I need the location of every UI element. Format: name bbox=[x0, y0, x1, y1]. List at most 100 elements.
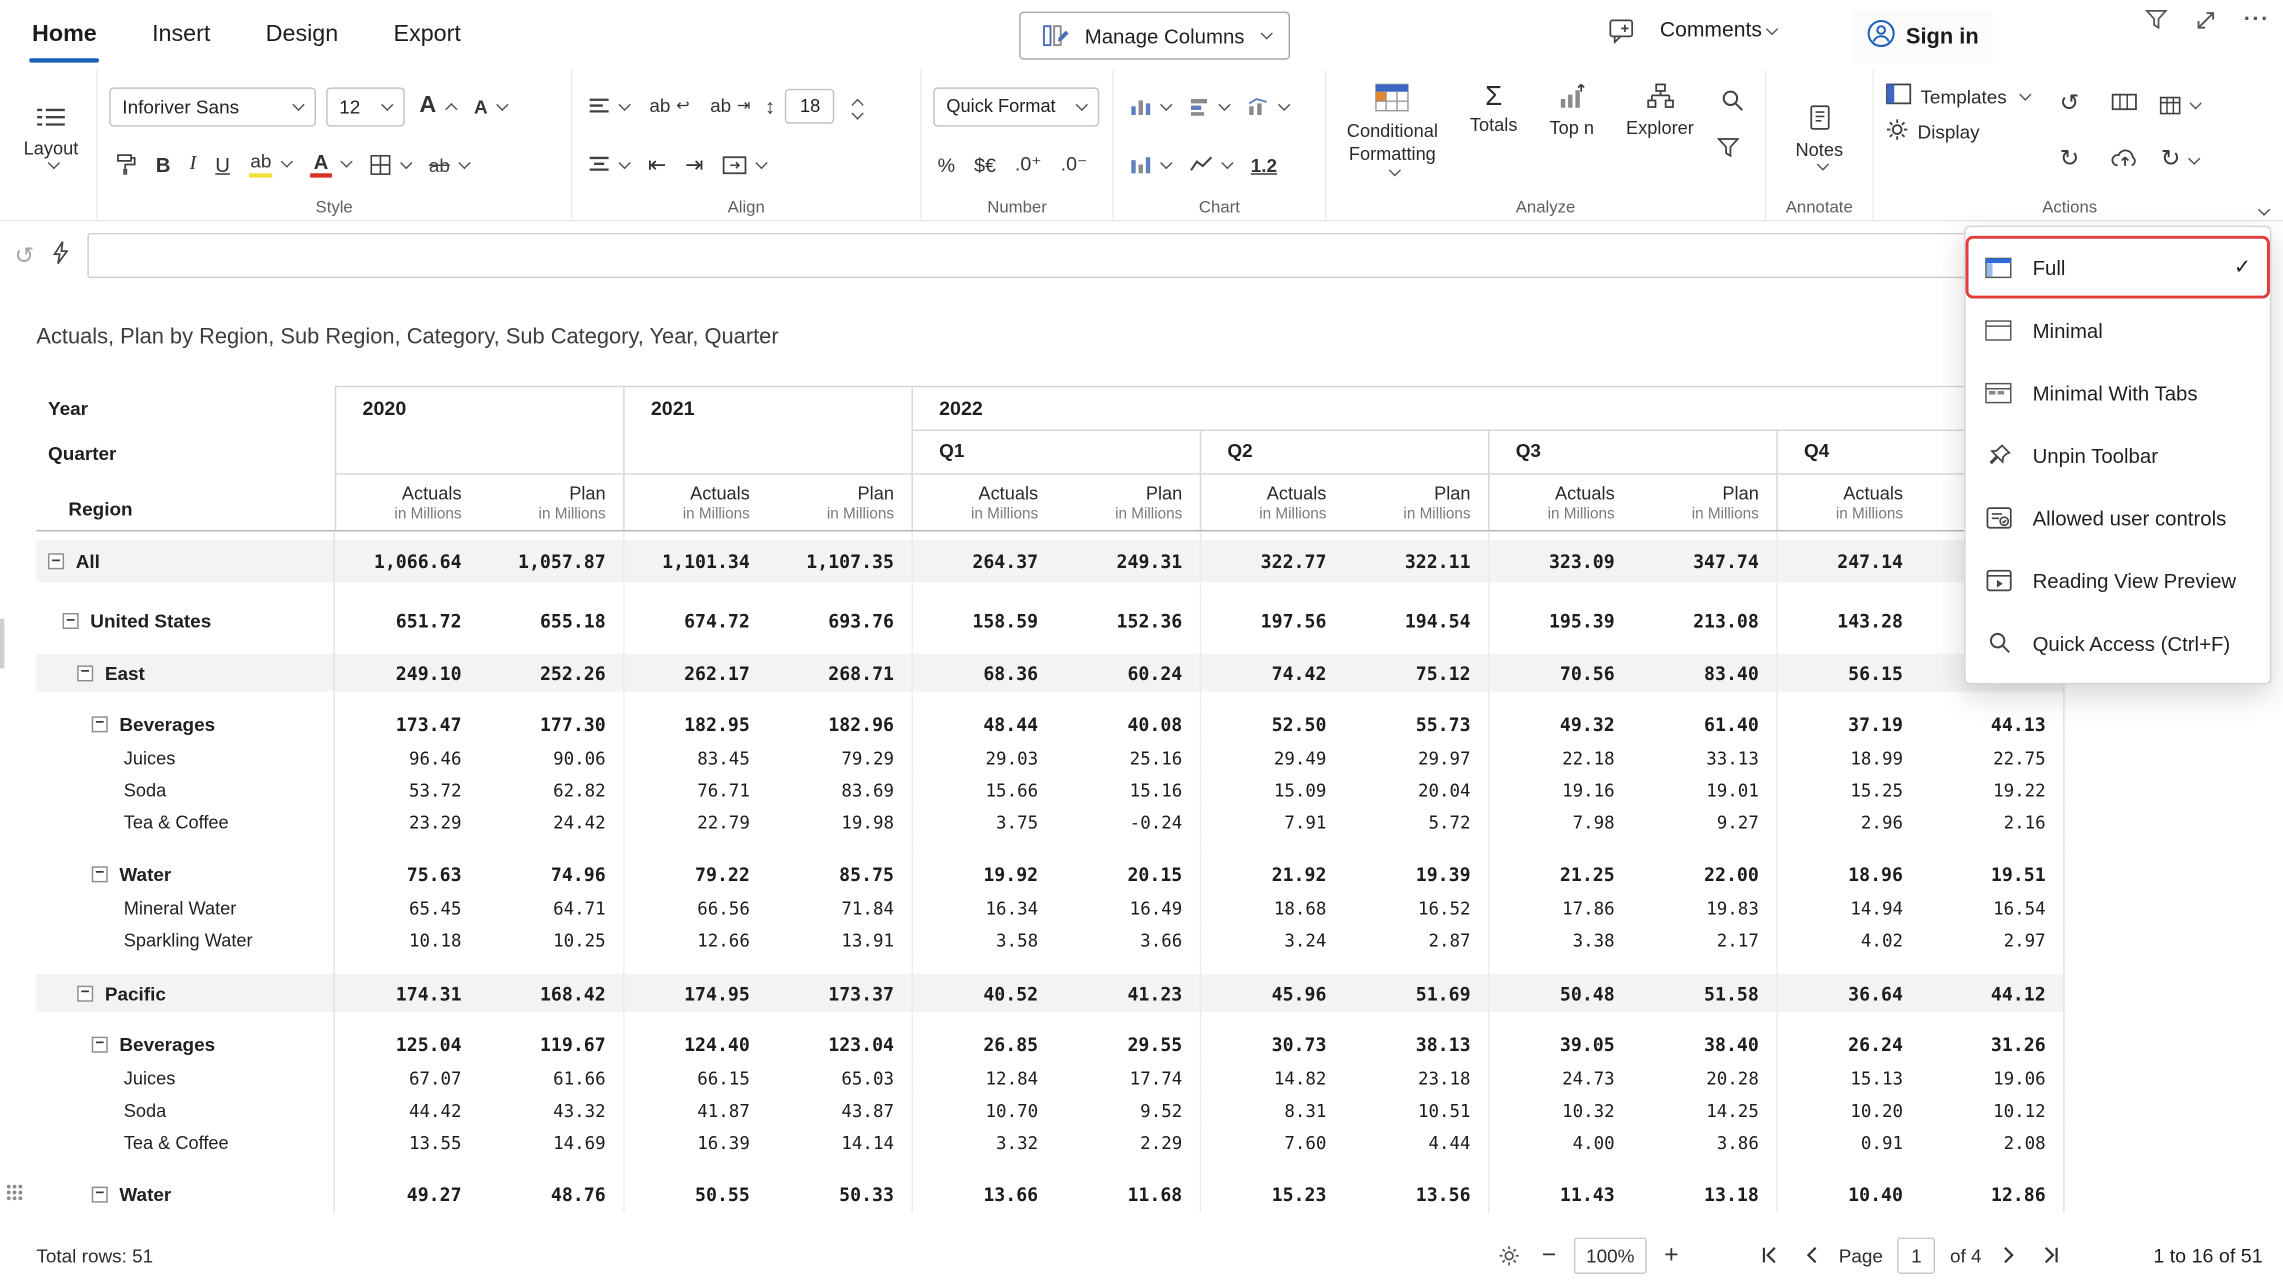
value-cell[interactable]: 33.13 bbox=[1632, 743, 1776, 775]
first-page-icon[interactable] bbox=[1754, 1241, 1783, 1270]
collapse-toggle-icon[interactable]: − bbox=[92, 1186, 108, 1202]
value-cell[interactable]: 24.42 bbox=[479, 807, 623, 839]
value-cell[interactable]: 44.12 bbox=[1920, 974, 2064, 1012]
value-cell[interactable]: 174.31 bbox=[335, 974, 479, 1012]
value-cell[interactable]: 252.26 bbox=[479, 654, 623, 692]
value-cell[interactable]: 23.29 bbox=[335, 807, 479, 839]
page-number-input[interactable]: 1 bbox=[1898, 1237, 1936, 1273]
value-cell[interactable]: 3.58 bbox=[911, 925, 1055, 957]
value-cell[interactable]: 11.68 bbox=[1056, 1175, 1200, 1213]
tab-design[interactable]: Design bbox=[263, 3, 341, 67]
value-cell[interactable]: 39.05 bbox=[1488, 1025, 1632, 1063]
value-cell[interactable]: 18.68 bbox=[1200, 893, 1344, 925]
bar-chart-button[interactable] bbox=[1185, 94, 1233, 119]
value-cell[interactable]: 17.86 bbox=[1488, 893, 1632, 925]
row-height-input[interactable]: 18 bbox=[785, 89, 835, 124]
value-cell[interactable]: 249.31 bbox=[1056, 540, 1200, 582]
font-size-select[interactable]: 12 bbox=[326, 87, 405, 126]
value-cell[interactable]: 651.72 bbox=[335, 600, 479, 642]
left-resize-handle[interactable] bbox=[0, 619, 4, 669]
value-cell[interactable]: 71.84 bbox=[767, 893, 911, 925]
collapse-toggle-icon[interactable]: − bbox=[77, 985, 93, 1001]
value-cell[interactable]: 12.84 bbox=[911, 1063, 1055, 1095]
measure-header[interactable]: Planin Millions bbox=[479, 475, 623, 530]
table-row-tea-coffee[interactable]: Tea & Coffee23.2924.4222.7919.983.75-0.2… bbox=[36, 807, 2064, 839]
value-cell[interactable]: 15.23 bbox=[1200, 1175, 1344, 1213]
value-cell[interactable]: 1,107.35 bbox=[767, 540, 911, 582]
value-cell[interactable]: 22.75 bbox=[1920, 743, 2064, 775]
year-header-2022[interactable]: 2022 bbox=[911, 386, 2064, 431]
grow-font-button[interactable]: A bbox=[415, 90, 459, 122]
value-cell[interactable]: 9.27 bbox=[1632, 807, 1776, 839]
zoom-level-input[interactable]: 100% bbox=[1574, 1237, 1647, 1273]
value-cell[interactable]: 74.96 bbox=[479, 855, 623, 893]
value-cell[interactable]: 182.96 bbox=[767, 705, 911, 743]
value-cell[interactable]: 30.73 bbox=[1200, 1025, 1344, 1063]
value-cell[interactable]: 16.34 bbox=[911, 893, 1055, 925]
decrease-indent-button[interactable]: ⇤ bbox=[644, 149, 671, 181]
value-cell[interactable]: 66.15 bbox=[623, 1063, 767, 1095]
value-cell[interactable]: 152.36 bbox=[1056, 600, 1200, 642]
value-cell[interactable]: 44.42 bbox=[335, 1095, 479, 1127]
value-cell[interactable]: 2.17 bbox=[1632, 925, 1776, 957]
value-cell[interactable]: 2.96 bbox=[1776, 807, 1920, 839]
value-cell[interactable]: 10.70 bbox=[911, 1095, 1055, 1127]
value-cell[interactable]: 19.01 bbox=[1632, 775, 1776, 807]
value-cell[interactable]: 14.82 bbox=[1200, 1063, 1344, 1095]
value-cell[interactable]: 26.85 bbox=[911, 1025, 1055, 1063]
measure-header[interactable]: Planin Millions bbox=[1056, 475, 1200, 530]
value-cell[interactable]: 40.52 bbox=[911, 974, 1055, 1012]
percent-format-button[interactable]: % bbox=[933, 151, 959, 179]
value-cell[interactable]: 123.04 bbox=[767, 1025, 911, 1063]
value-cell[interactable]: 74.42 bbox=[1200, 654, 1344, 692]
measure-header[interactable]: Planin Millions bbox=[1632, 475, 1776, 530]
menu-item-quick-access-ctrl-f[interactable]: Quick Access (Ctrl+F) bbox=[1966, 612, 2270, 675]
undo-icon[interactable]: ↺ bbox=[2060, 93, 2080, 116]
value-cell[interactable]: 125.04 bbox=[335, 1025, 479, 1063]
settings-gear-icon[interactable] bbox=[1494, 1240, 1525, 1271]
value-cell[interactable]: 249.10 bbox=[335, 654, 479, 692]
value-cell[interactable]: 43.32 bbox=[479, 1095, 623, 1127]
row-height-stepper[interactable] bbox=[848, 95, 863, 117]
value-cell[interactable]: 197.56 bbox=[1200, 600, 1344, 642]
value-cell[interactable]: 66.56 bbox=[623, 893, 767, 925]
value-cell[interactable]: 41.23 bbox=[1056, 974, 1200, 1012]
value-cell[interactable]: 51.58 bbox=[1632, 974, 1776, 1012]
measure-header[interactable]: Actualsin Millions bbox=[623, 475, 767, 530]
quick-format-select[interactable]: Quick Format bbox=[933, 87, 1099, 126]
value-cell[interactable]: 14.94 bbox=[1776, 893, 1920, 925]
value-cell[interactable]: 10.18 bbox=[335, 925, 479, 957]
value-cell[interactable]: 655.18 bbox=[479, 600, 623, 642]
value-cell[interactable]: 1,057.87 bbox=[479, 540, 623, 582]
value-cell[interactable]: 16.49 bbox=[1056, 893, 1200, 925]
menu-item-minimal-with-tabs[interactable]: Minimal With Tabs bbox=[1966, 361, 2270, 424]
value-cell[interactable]: 36.64 bbox=[1776, 974, 1920, 1012]
value-cell[interactable]: 8.31 bbox=[1200, 1095, 1344, 1127]
value-cell[interactable]: 75.63 bbox=[335, 855, 479, 893]
vertical-align-button[interactable] bbox=[584, 153, 634, 176]
value-cell[interactable]: 29.49 bbox=[1200, 743, 1344, 775]
increase-decimals-button[interactable]: .0⁺ bbox=[1011, 150, 1047, 179]
column-chart-button[interactable] bbox=[1125, 94, 1175, 119]
value-cell[interactable]: 2.16 bbox=[1920, 807, 2064, 839]
value-cell[interactable]: 4.00 bbox=[1488, 1127, 1632, 1159]
table-row-juices[interactable]: Juices96.4690.0683.4579.2929.0325.1629.4… bbox=[36, 743, 2064, 775]
value-cell[interactable]: 12.86 bbox=[1920, 1175, 2064, 1213]
collapse-toggle-icon[interactable]: − bbox=[48, 553, 64, 569]
menu-item-allowed-user-controls[interactable]: Allowed user controls bbox=[1966, 486, 2270, 549]
value-cell[interactable]: 10.32 bbox=[1488, 1095, 1632, 1127]
year-header-2021[interactable]: 2021 bbox=[623, 386, 911, 475]
value-cell[interactable]: 4.44 bbox=[1344, 1127, 1488, 1159]
value-cell[interactable]: 19.22 bbox=[1920, 775, 2064, 807]
value-cell[interactable]: 20.04 bbox=[1344, 775, 1488, 807]
value-cell[interactable]: 143.28 bbox=[1776, 600, 1920, 642]
table-row-water[interactable]: −Water75.6374.9679.2285.7519.9220.1521.9… bbox=[36, 855, 2064, 893]
table-row-juices[interactable]: Juices67.0761.6666.1565.0312.8417.7414.8… bbox=[36, 1063, 2064, 1095]
value-cell[interactable]: 158.59 bbox=[911, 600, 1055, 642]
value-cell[interactable]: 173.37 bbox=[767, 974, 911, 1012]
collapse-toggle-icon[interactable]: − bbox=[63, 613, 79, 629]
bold-button[interactable]: B bbox=[151, 150, 174, 179]
redo-icon[interactable]: ↻ bbox=[2060, 149, 2080, 172]
underline-button[interactable]: U bbox=[211, 150, 234, 179]
value-cell[interactable]: 79.22 bbox=[623, 855, 767, 893]
